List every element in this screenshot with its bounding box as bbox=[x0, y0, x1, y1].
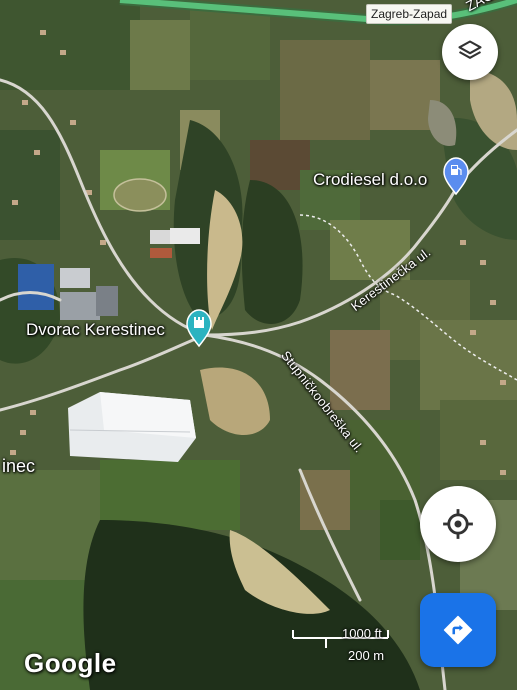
highway-exit-sign: Zagreb-Zapad bbox=[366, 4, 453, 24]
scale-metric: 200 m bbox=[348, 648, 385, 663]
layers-button[interactable] bbox=[442, 24, 498, 80]
crodiesel-label[interactable]: Crodiesel d.o.o bbox=[313, 170, 427, 190]
dvorac-label[interactable]: Dvorac Kerestinec bbox=[26, 320, 165, 340]
satellite-map[interactable] bbox=[0, 0, 517, 690]
scale-bar: 1000 ft 200 m bbox=[292, 626, 392, 663]
google-logo: Google bbox=[24, 648, 117, 678]
my-location-button[interactable] bbox=[420, 486, 496, 562]
layers-icon bbox=[458, 40, 482, 59]
town-label: inec bbox=[2, 456, 36, 476]
my-location-icon bbox=[443, 509, 473, 539]
scale-imperial: 1000 ft bbox=[342, 626, 382, 641]
directions-button[interactable] bbox=[420, 593, 496, 667]
directions-icon bbox=[443, 615, 473, 645]
warehouse-building bbox=[68, 392, 196, 462]
castle-icon bbox=[194, 317, 204, 328]
